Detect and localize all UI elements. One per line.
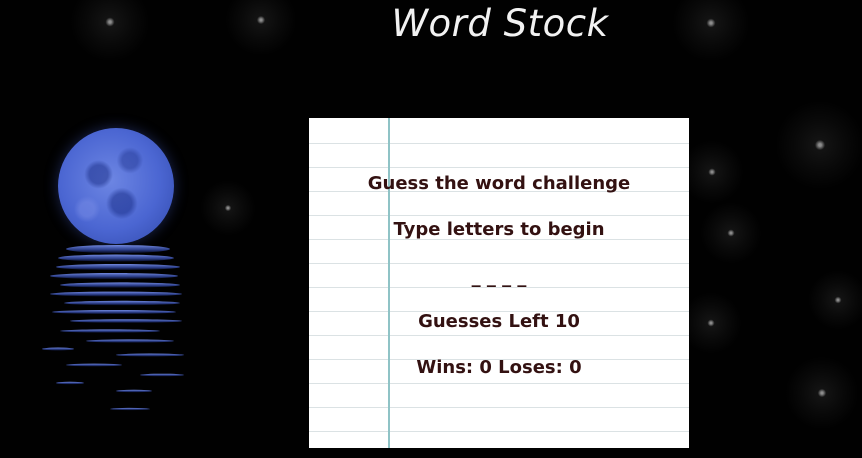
instruction-text: Type letters to begin	[393, 219, 605, 240]
notepad-card: Guess the word challenge Type letters to…	[309, 118, 689, 448]
water-reflection-icon	[42, 245, 184, 411]
bokeh-light	[775, 100, 862, 190]
guesses-left: Guesses Left 10	[418, 311, 580, 332]
bokeh-light	[200, 180, 256, 236]
full-moon-icon	[58, 128, 174, 244]
bokeh-light	[785, 356, 859, 430]
bokeh-light	[680, 140, 744, 204]
challenge-title: Guess the word challenge	[367, 173, 631, 194]
score-display: Wins: 0 Loses: 0	[416, 357, 582, 378]
game-screen: Word Stock Guess the word challenge Type…	[0, 0, 862, 458]
word-display: _ _ _ _	[471, 267, 527, 288]
page-title: Word Stock	[391, 2, 609, 45]
bokeh-light	[680, 292, 742, 354]
bokeh-light	[700, 202, 762, 264]
bokeh-light	[808, 270, 862, 330]
